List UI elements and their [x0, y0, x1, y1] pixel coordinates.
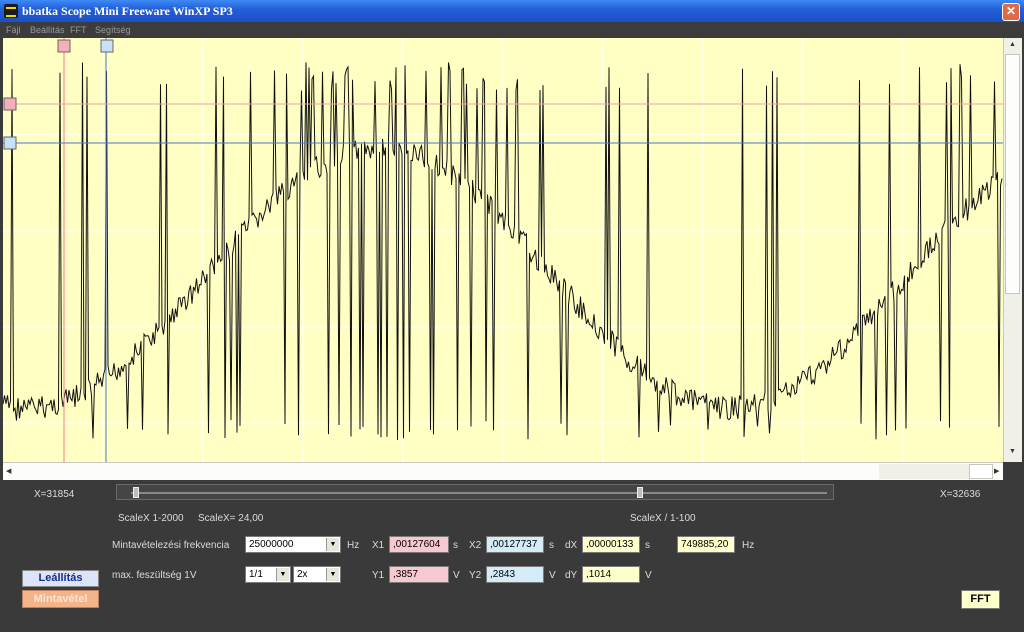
title-bar: bbatka Scope Mini Freeware WinXP SP3 ✕ [0, 0, 1024, 22]
y1-field[interactable]: ,3857 [389, 566, 449, 583]
scale-div-label: ScaleX / 1-100 [630, 513, 696, 524]
scale-range-label: ScaleX 1-2000 [118, 513, 184, 524]
app-icon [4, 4, 18, 18]
scope-grid [3, 38, 1003, 462]
scale-slider-thumb-right[interactable] [637, 487, 643, 498]
chevron-down-icon[interactable]: ▼ [276, 568, 289, 581]
sampling-unit: Hz [347, 540, 360, 551]
menu-fft[interactable]: FFT [70, 25, 87, 35]
dx-field[interactable]: ,00000133 [582, 536, 640, 553]
sampling-value: 25000000 [249, 539, 294, 550]
sampling-label: Mintavételezési frekvencia [112, 540, 230, 551]
x-right-readout: X=32636 [940, 489, 981, 500]
y2-field[interactable]: ,2843 [486, 566, 544, 583]
menu-bar: Fájl Beállítás FFT Segítség [0, 22, 1024, 38]
multiplier-select[interactable]: 2x ▼ [293, 566, 341, 583]
fft-button[interactable]: FFT [961, 590, 1000, 609]
cursor-y2-handle [3, 136, 17, 150]
control-panel: X=31854 X=32636 ScaleX 1-2000 ScaleX= 24… [0, 480, 1024, 632]
cursor-x1-handle [57, 39, 71, 53]
dx-label: dX [565, 540, 578, 551]
scroll-down-icon[interactable]: ▼ [1009, 448, 1016, 455]
menu-settings[interactable]: Beállítás [30, 25, 65, 35]
dy-label: dY [565, 570, 578, 581]
sampling-select[interactable]: 25000000 ▼ [245, 536, 341, 553]
frequency-unit: Hz [742, 540, 755, 551]
dy-unit: V [645, 570, 652, 581]
menu-help[interactable]: Segítség [95, 25, 131, 35]
multiplier-value: 2x [297, 569, 308, 580]
x2-label: X2 [469, 540, 482, 551]
vertical-scroll-thumb[interactable] [1005, 54, 1020, 294]
menu-file[interactable]: Fájl [6, 25, 21, 35]
scale-value-label: ScaleX= 24,00 [198, 513, 264, 524]
x1-unit: s [453, 540, 458, 551]
chevron-down-icon[interactable]: ▼ [326, 538, 339, 551]
chevron-down-icon[interactable]: ▼ [326, 568, 339, 581]
x2-field[interactable]: ,00127737 [486, 536, 544, 553]
y1-label: Y1 [372, 570, 385, 581]
horizontal-scrollbar[interactable]: ◀ ▶ [3, 462, 1003, 480]
divider-value: 1/1 [249, 569, 263, 580]
cursor-x2-handle [100, 39, 114, 53]
scale-slider-thumb-left[interactable] [133, 487, 139, 498]
scale-slider-line [131, 492, 827, 494]
scroll-left-icon[interactable]: ◀ [6, 467, 11, 475]
scale-slider[interactable] [116, 484, 834, 500]
x1-field[interactable]: ,00127604 [389, 536, 449, 553]
y1-unit: V [453, 570, 460, 581]
scroll-up-icon[interactable]: ▲ [1009, 41, 1016, 48]
y2-unit: V [549, 570, 556, 581]
horizontal-scroll-thumb[interactable] [969, 464, 993, 479]
window-title: bbatka Scope Mini Freeware WinXP SP3 [22, 4, 233, 18]
x1-label: X1 [372, 540, 385, 551]
scope-plot [3, 38, 1003, 462]
sample-button[interactable]: Mintavétel [22, 590, 99, 608]
horizontal-scroll-track[interactable] [879, 464, 969, 479]
stop-button[interactable]: Leállítás [22, 570, 99, 587]
dy-field[interactable]: ,1014 [582, 566, 640, 583]
divider-select[interactable]: 1/1 ▼ [245, 566, 291, 583]
y2-label: Y2 [469, 570, 482, 581]
close-button[interactable]: ✕ [1002, 3, 1020, 21]
x2-unit: s [549, 540, 554, 551]
frequency-field[interactable]: 749885,20 [677, 536, 735, 553]
scroll-right-icon[interactable]: ▶ [994, 467, 999, 475]
cursor-y1-handle [3, 97, 17, 111]
x-left-readout: X=31854 [34, 489, 75, 500]
scope-display[interactable] [3, 38, 1003, 462]
vertical-scrollbar[interactable]: ▲ ▼ [1003, 38, 1022, 462]
dx-unit: s [645, 540, 650, 551]
max-voltage-label: max. feszültség 1V [112, 570, 197, 581]
